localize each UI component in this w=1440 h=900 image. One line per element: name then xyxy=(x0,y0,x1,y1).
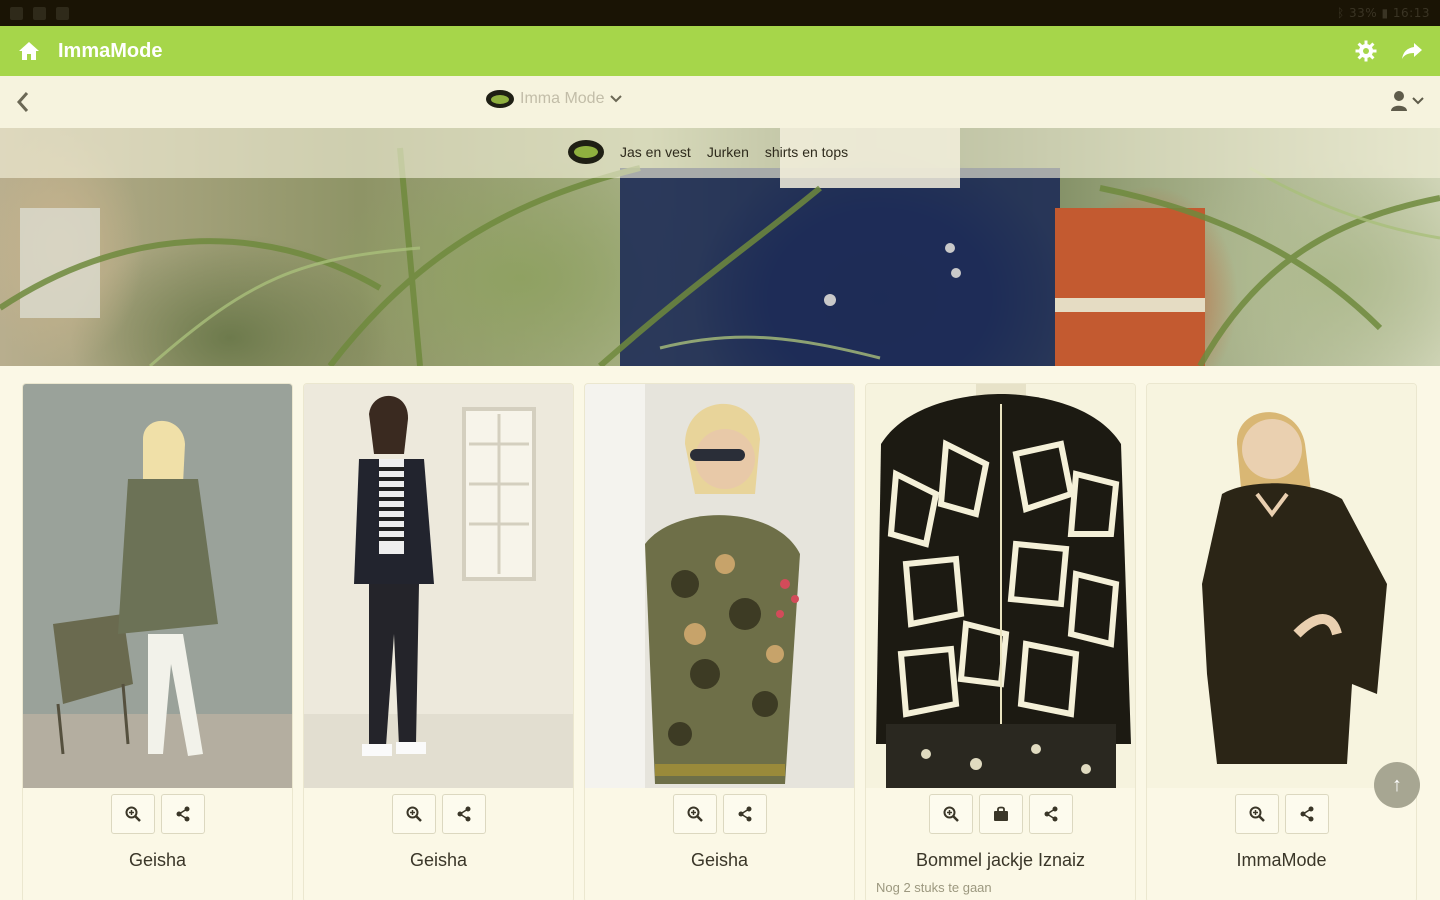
store-name: Imma Mode xyxy=(520,90,605,107)
brand-logo-icon[interactable] xyxy=(568,140,604,164)
product-image[interactable] xyxy=(23,384,292,788)
product-actions xyxy=(866,794,1135,834)
store-selector[interactable]: Imma Mode xyxy=(486,90,623,108)
share-arrow-icon[interactable] xyxy=(1400,39,1424,63)
scroll-top-button[interactable]: ↑ xyxy=(1374,762,1420,808)
share-icon[interactable] xyxy=(1028,794,1073,834)
nav-bar: Imma Mode xyxy=(0,76,1440,128)
share-icon[interactable] xyxy=(441,794,486,834)
user-icon xyxy=(1391,91,1407,111)
category-link-1[interactable]: Jurken xyxy=(707,144,749,160)
stock-note: Nog 2 stuks te gaan xyxy=(876,880,992,895)
bag-icon[interactable] xyxy=(978,794,1023,834)
category-nav: Jas en vest Jurken shirts en tops xyxy=(568,140,848,164)
back-chevron-icon[interactable] xyxy=(10,88,36,116)
status-icons xyxy=(10,6,69,20)
arrow-up-icon: ↑ xyxy=(1392,773,1402,796)
product-image[interactable] xyxy=(304,384,573,788)
zoom-icon[interactable] xyxy=(110,794,155,834)
product-image[interactable] xyxy=(1147,384,1416,788)
category-link-0[interactable]: Jas en vest xyxy=(620,144,691,160)
product-actions xyxy=(23,794,292,834)
product-name[interactable]: Bommel jackje Iznaiz xyxy=(866,850,1135,871)
app-bar: ImmaMode xyxy=(0,26,1440,76)
store-logo-icon xyxy=(486,90,514,108)
product-actions xyxy=(585,794,854,834)
share-icon[interactable] xyxy=(1284,794,1329,834)
product-image[interactable] xyxy=(585,384,854,788)
product-name[interactable]: Geisha xyxy=(304,850,573,871)
share-icon[interactable] xyxy=(160,794,205,834)
product-actions xyxy=(1147,794,1416,834)
home-icon[interactable] xyxy=(16,38,42,64)
app-title: ImmaMode xyxy=(58,39,163,62)
zoom-icon[interactable] xyxy=(672,794,717,834)
product-card[interactable]: Geisha xyxy=(22,383,293,900)
zoom-icon[interactable] xyxy=(928,794,973,834)
user-menu[interactable] xyxy=(1390,90,1424,112)
product-name[interactable]: Geisha xyxy=(23,850,292,871)
status-bar: ᛒ 33% ▮ 16:13 xyxy=(0,0,1440,26)
product-name[interactable]: ImmaMode xyxy=(1147,850,1416,871)
product-name[interactable]: Geisha xyxy=(585,850,854,871)
product-actions xyxy=(304,794,573,834)
product-card[interactable]: Bommel jackje Iznaiz Nog 2 stuks te gaan xyxy=(865,383,1136,900)
chevron-down-icon xyxy=(1412,97,1424,105)
category-link-2[interactable]: shirts en tops xyxy=(765,144,848,160)
status-info: ᛒ 33% ▮ 16:13 xyxy=(1336,6,1430,20)
product-grid: Geisha Geisha Geisha Bommel jackje Iznai… xyxy=(22,383,1417,900)
share-icon[interactable] xyxy=(722,794,767,834)
product-image[interactable] xyxy=(866,384,1135,788)
product-card[interactable]: Geisha xyxy=(584,383,855,900)
chevron-down-icon xyxy=(610,95,623,103)
zoom-icon[interactable] xyxy=(1234,794,1279,834)
gear-icon[interactable] xyxy=(1354,39,1378,63)
hero-banner: Jas en vest Jurken shirts en tops xyxy=(0,128,1440,366)
product-card[interactable]: Geisha xyxy=(303,383,574,900)
zoom-icon[interactable] xyxy=(391,794,436,834)
product-card[interactable]: ImmaMode xyxy=(1146,383,1417,900)
